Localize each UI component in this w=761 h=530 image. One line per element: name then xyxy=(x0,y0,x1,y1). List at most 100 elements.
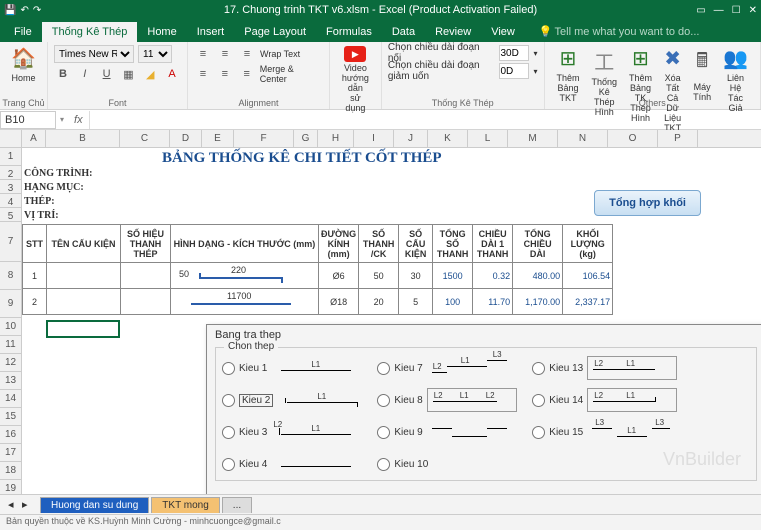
them-bang-tkt-button[interactable]: ⊞Thêm Bảng TKT xyxy=(551,44,586,105)
undo-icon[interactable]: ↶ xyxy=(20,5,28,16)
dropdown-icon[interactable]: ▾ xyxy=(533,67,537,76)
col-header[interactable]: N xyxy=(558,130,608,147)
fill-color-button[interactable]: ◢ xyxy=(141,65,159,83)
namebox-dropdown-icon[interactable]: ▾ xyxy=(56,115,68,124)
tab-page-layout[interactable]: Page Layout xyxy=(234,22,316,42)
cell[interactable]: 2 xyxy=(23,289,47,315)
underline-button[interactable]: U xyxy=(98,65,116,83)
dropdown-icon[interactable]: ▾ xyxy=(533,49,537,58)
kieu-2-option[interactable]: Kieu 2L1 xyxy=(222,388,367,412)
kieu-8-option[interactable]: Kieu 8L2L1L2 xyxy=(377,388,522,412)
video-guide-button[interactable]: ▶ Video hướng dẫn sử dụng xyxy=(336,44,375,115)
font-size-select[interactable]: 11 xyxy=(138,45,172,63)
row-header[interactable]: 14 xyxy=(0,390,21,408)
sheet-nav-prev-icon[interactable]: ◂ xyxy=(8,498,14,511)
kieu-3-option[interactable]: Kieu 3L2L1 xyxy=(222,420,367,444)
cell[interactable]: 1,170.00 xyxy=(513,289,563,315)
row-header[interactable]: 4 xyxy=(0,194,21,208)
home-button[interactable]: 🏠 Home xyxy=(6,44,41,85)
cell[interactable] xyxy=(121,289,171,315)
fx-icon[interactable]: fx xyxy=(68,114,89,126)
align-left-button[interactable]: ≡ xyxy=(194,65,212,83)
row-header[interactable]: 1 xyxy=(0,148,21,166)
close-icon[interactable]: ✕ xyxy=(749,5,757,16)
select-all-corner[interactable] xyxy=(0,130,22,147)
tab-file[interactable]: File xyxy=(4,22,42,42)
shape-cell[interactable]: 50 220 xyxy=(171,263,319,289)
cell[interactable]: 1 xyxy=(23,263,47,289)
row-header[interactable]: 15 xyxy=(0,408,21,426)
cell[interactable]: 50 xyxy=(359,263,399,289)
cell[interactable]: 2,337.17 xyxy=(563,289,613,315)
kieu-1-option[interactable]: Kieu 1L1 xyxy=(222,356,367,380)
save-icon[interactable]: 💾 xyxy=(4,5,16,16)
cell[interactable]: 480.00 xyxy=(513,263,563,289)
wrap-text-button[interactable]: Wrap Text xyxy=(260,49,300,59)
active-cell-b10[interactable] xyxy=(46,320,120,338)
row-header[interactable]: 16 xyxy=(0,426,21,444)
align-center-button[interactable]: ≡ xyxy=(216,65,234,83)
ribbon-opts-icon[interactable]: ▭ xyxy=(696,5,705,16)
them-bang-tk-thep-hinh-button[interactable]: ⊞Thêm Bảng TK Thép Hình xyxy=(623,44,658,125)
align-mid-button[interactable]: ≡ xyxy=(216,45,234,63)
col-header[interactable]: J xyxy=(394,130,428,147)
row-header[interactable]: 18 xyxy=(0,462,21,480)
cell[interactable]: 11.70 xyxy=(473,289,513,315)
cell[interactable]: 100 xyxy=(433,289,473,315)
row-header[interactable]: 11 xyxy=(0,336,21,354)
col-header[interactable]: O xyxy=(608,130,658,147)
col-header[interactable]: F xyxy=(234,130,294,147)
cell[interactable] xyxy=(47,263,121,289)
cell[interactable] xyxy=(47,289,121,315)
opt-join-length-input[interactable] xyxy=(499,45,529,61)
row-header[interactable]: 12 xyxy=(0,354,21,372)
col-header[interactable]: D xyxy=(170,130,202,147)
minimize-icon[interactable]: — xyxy=(714,5,724,16)
sheet-tab-tktmong[interactable]: TKT mong xyxy=(151,497,220,513)
col-header[interactable]: C xyxy=(120,130,170,147)
may-tinh-button[interactable]: 🖩Máy Tính xyxy=(687,44,717,104)
sheet-nav-next-icon[interactable]: ▸ xyxy=(22,498,28,511)
col-header[interactable]: L xyxy=(468,130,508,147)
kieu-7-option[interactable]: Kieu 7L2L1L3 xyxy=(377,356,522,380)
align-right-button[interactable]: ≡ xyxy=(238,65,256,83)
tell-me-search[interactable]: 💡Tell me what you want to do... xyxy=(535,21,704,42)
col-header[interactable]: G xyxy=(294,130,318,147)
cell[interactable]: 0.32 xyxy=(473,263,513,289)
tab-home[interactable]: Home xyxy=(137,22,186,42)
opt-bend-length-input[interactable] xyxy=(499,63,529,79)
align-bot-button[interactable]: ≡ xyxy=(238,45,256,63)
tab-review[interactable]: Review xyxy=(425,22,481,42)
col-header[interactable]: H xyxy=(318,130,354,147)
tab-data[interactable]: Data xyxy=(382,22,425,42)
row-header[interactable]: 7 xyxy=(0,222,21,262)
col-header[interactable]: M xyxy=(508,130,558,147)
row-header[interactable]: 3 xyxy=(0,180,21,194)
sheet-tab-huongdan[interactable]: Huong dan su dung xyxy=(40,497,149,513)
kieu-10-option[interactable]: Kieu 10 xyxy=(377,452,522,476)
col-header[interactable]: K xyxy=(428,130,468,147)
border-button[interactable]: ▦ xyxy=(119,65,137,83)
row-header[interactable]: 9 xyxy=(0,290,21,318)
row-header[interactable]: 2 xyxy=(0,166,21,180)
kieu-4-option[interactable]: Kieu 4 xyxy=(222,452,367,476)
name-box[interactable]: B10 xyxy=(0,111,56,129)
row-header[interactable]: 5 xyxy=(0,208,21,222)
align-top-button[interactable]: ≡ xyxy=(194,45,212,63)
cell[interactable] xyxy=(121,263,171,289)
xoa-du-lieu-button[interactable]: ✖Xóa Tất Cả Dữ Liệu TKT xyxy=(658,44,687,135)
tab-formulas[interactable]: Formulas xyxy=(316,22,382,42)
font-color-button[interactable]: A xyxy=(163,65,181,83)
redo-icon[interactable]: ↷ xyxy=(33,5,41,16)
italic-button[interactable]: I xyxy=(76,65,94,83)
tong-hop-khoi-button[interactable]: Tổng hợp khối xyxy=(594,190,701,216)
tab-thongkethep[interactable]: Thống Kê Thép xyxy=(42,22,138,42)
col-header[interactable]: A xyxy=(22,130,46,147)
cell[interactable]: 20 xyxy=(359,289,399,315)
cell[interactable]: 106.54 xyxy=(563,263,613,289)
col-header[interactable]: B xyxy=(46,130,120,147)
tab-view[interactable]: View xyxy=(481,22,525,42)
cell[interactable]: 30 xyxy=(399,263,433,289)
kieu-14-option[interactable]: Kieu 14L2L1 xyxy=(532,388,677,412)
bold-button[interactable]: B xyxy=(54,65,72,83)
